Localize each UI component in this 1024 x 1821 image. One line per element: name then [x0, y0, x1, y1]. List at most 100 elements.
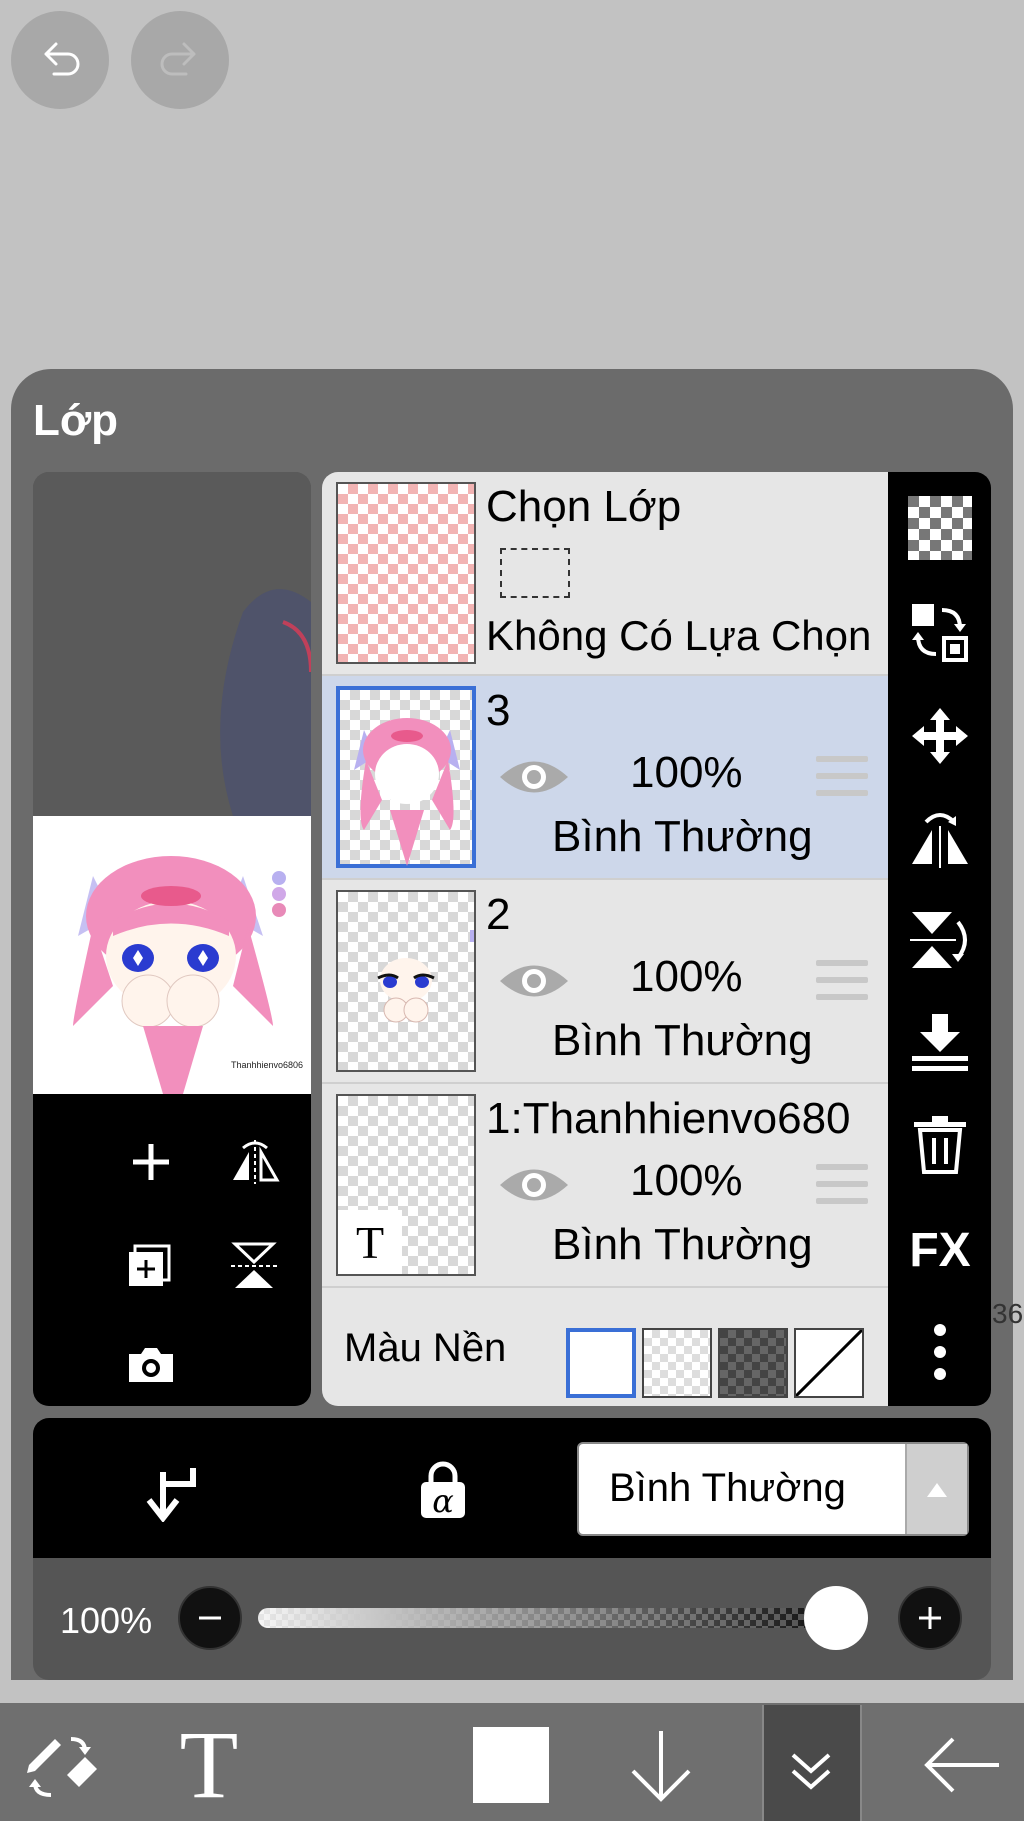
selection-layer-title: Chọn Lớp [486, 482, 682, 531]
add-layer-button[interactable] [121, 1132, 181, 1192]
layer-blend-3: Bình Thường [552, 812, 813, 861]
layer-row-2[interactable]: 2 100% Bình Thường [322, 880, 888, 1084]
layer-2-art [377, 930, 474, 1023]
background-color-label: Màu Nền [344, 1326, 507, 1370]
merge-down-button[interactable] [904, 1006, 976, 1078]
opacity-increase-button[interactable] [898, 1586, 962, 1650]
collapse-button[interactable] [766, 1720, 856, 1810]
layer-3-art [354, 718, 460, 866]
chevron-up-icon [905, 1444, 967, 1534]
swap-layer-icon [912, 604, 968, 662]
selection-layer-thumb [336, 482, 476, 664]
layer-name-3: 3 [486, 686, 511, 735]
layer-thumb-2 [336, 890, 476, 1072]
clipping-arrow-icon [146, 1468, 196, 1523]
add-copy-layer-icon [129, 1244, 171, 1286]
camera-button[interactable] [121, 1334, 181, 1394]
bg-transparent-dark-swatch[interactable] [718, 1328, 788, 1398]
layer-blend-1: Bình Thường [552, 1220, 813, 1269]
undo-icon [44, 42, 80, 76]
down-arrow-icon [631, 1731, 691, 1802]
color-swatch-icon [473, 1727, 549, 1803]
pen-eraser-swap-icon [27, 1737, 97, 1797]
more-vertical-icon [934, 1324, 946, 1380]
flip-rotate-icon [912, 813, 968, 868]
preview-tools [33, 1094, 311, 1406]
swap-layer-button[interactable] [904, 596, 976, 668]
layer-blend-2: Bình Thường [552, 1016, 813, 1065]
layer-row-1[interactable]: T 1:Thanhhienvo680 100% Bình Thường [322, 1084, 888, 1288]
pen-eraser-swap-button[interactable] [16, 1720, 106, 1810]
move-button[interactable] [904, 700, 976, 772]
visibility-eye-icon[interactable] [498, 754, 570, 800]
opacity-decrease-button[interactable] [178, 1586, 242, 1650]
preview-box: Thanhhienvo6806 [33, 472, 311, 1406]
add-copy-layer-button[interactable] [121, 1236, 181, 1296]
background-color-row: Màu Nền [322, 1288, 888, 1406]
flip-rotate-button[interactable] [904, 802, 976, 874]
layer-row-3[interactable]: 3 100% Bình Thường [322, 676, 888, 880]
layer-opacity-1: 100% [630, 1156, 743, 1205]
clipping-button[interactable] [141, 1458, 205, 1523]
side-toolbar: FX [888, 472, 991, 1406]
minus-icon [199, 1616, 221, 1620]
opacity-slider[interactable] [258, 1608, 858, 1628]
layer-opacity-3: 100% [630, 748, 743, 797]
back-button[interactable] [918, 1720, 1008, 1810]
redo-icon [160, 42, 196, 76]
watermark-text: Thanhhienvo6806 [231, 1060, 303, 1070]
merge-down-icon [912, 1014, 968, 1071]
collapse-icon [791, 1753, 831, 1790]
flip-vertical-rotate-icon [910, 912, 967, 968]
drag-handle-icon[interactable] [816, 960, 868, 1002]
text-tool-button[interactable]: T [164, 1711, 254, 1818]
blend-mode-value: Bình Thường [609, 1466, 846, 1510]
panel-title: Lớp [33, 396, 119, 445]
selection-layer-row[interactable]: Chọn Lớp Không Có Lựa Chọn [322, 472, 888, 676]
svg-text:α: α [432, 1482, 454, 1520]
bg-none-swatch[interactable] [794, 1328, 864, 1398]
move-icon [912, 708, 968, 764]
back-arrow-icon [924, 1737, 999, 1793]
layer-thumb-3 [336, 686, 476, 868]
transparency-button[interactable] [904, 492, 976, 564]
preview-canvas [33, 472, 311, 816]
visibility-eye-icon[interactable] [498, 1162, 570, 1208]
layer-thumb-1: T [336, 1094, 476, 1276]
delete-layer-button[interactable] [904, 1108, 976, 1180]
flip-horizontal-button[interactable] [225, 1132, 285, 1192]
text-tool-icon: T [179, 1711, 239, 1818]
opacity-slider-knob[interactable] [804, 1586, 868, 1650]
blend-mode-select[interactable]: Bình Thường [577, 1442, 969, 1536]
layer-opacity-2: 100% [630, 952, 743, 1001]
bg-transparent-light-swatch[interactable] [642, 1328, 712, 1398]
preview-thumbnail[interactable]: Thanhhienvo6806 [33, 816, 311, 1094]
text-layer-icon: T [338, 1210, 402, 1274]
layer-name-2: 2 [486, 890, 511, 939]
flip-vertical-icon [231, 1242, 279, 1288]
selection-status: Không Có Lựa Chọn [486, 612, 872, 659]
alpha-lock-icon: α [421, 1461, 465, 1520]
layer-list: Chọn Lớp Không Có Lựa Chọn 3 100% Bình T… [322, 472, 888, 1406]
flip-vertical-button[interactable] [225, 1236, 285, 1296]
drag-handle-icon[interactable] [816, 1164, 868, 1206]
bg-white-swatch[interactable] [566, 1328, 636, 1398]
alpha-lock-button[interactable]: α [411, 1458, 475, 1522]
redo-button[interactable] [131, 11, 229, 109]
canvas-zoom-art [220, 589, 311, 816]
drag-handle-icon[interactable] [816, 756, 868, 798]
visibility-eye-icon[interactable] [498, 958, 570, 1004]
camera-icon [129, 1348, 173, 1382]
undo-button[interactable] [11, 11, 109, 109]
fx-button[interactable]: FX [904, 1214, 976, 1286]
plus-icon [919, 1607, 941, 1629]
color-swatch-button[interactable] [466, 1720, 556, 1810]
flip-vertical-rotate-button[interactable] [904, 904, 976, 976]
trash-icon [914, 1116, 966, 1174]
opacity-label: 100% [60, 1600, 153, 1641]
transparency-icon [908, 496, 972, 560]
flip-horizontal-icon [233, 1140, 280, 1184]
layer-down-button[interactable] [616, 1720, 706, 1810]
more-options-button[interactable] [904, 1316, 976, 1388]
fx-label: FX [909, 1223, 971, 1277]
